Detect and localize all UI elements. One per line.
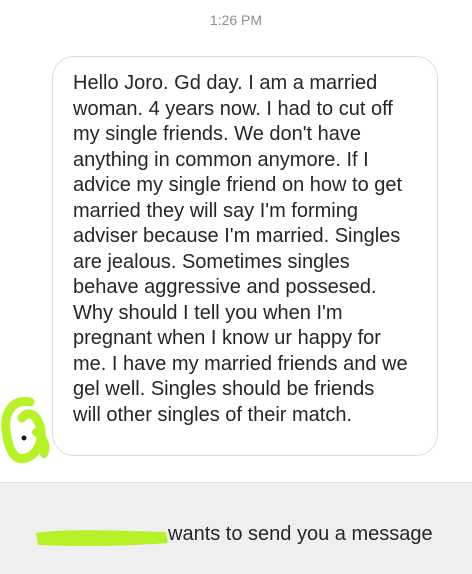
- message-timestamp: 1:26 PM: [209, 12, 263, 28]
- highlighter-doodle: [1, 396, 50, 464]
- message-request-row[interactable]: wants to send you a message: [0, 523, 472, 553]
- message-request-bar: wants to send you a message: [0, 482, 472, 574]
- message-text: Hello Joro. Gd day. I am a married woman…: [73, 72, 408, 426]
- message-bubble[interactable]: Hello Joro. Gd day. I am a married woman…: [52, 56, 438, 456]
- redaction-mark: [36, 530, 168, 547]
- message-request-text: wants to send you a message: [168, 523, 433, 545]
